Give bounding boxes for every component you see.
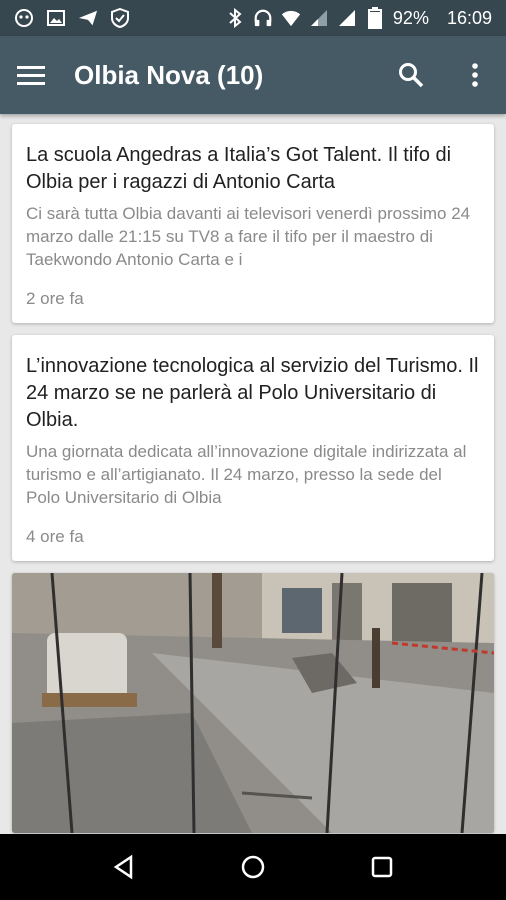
page-title: Olbia Nova (10) [74, 59, 264, 90]
search-icon[interactable] [396, 60, 426, 90]
article-time: 2 ore fa [26, 289, 84, 308]
article-image-card[interactable] [12, 573, 494, 833]
signal-icon [337, 8, 357, 28]
article-headline[interactable]: L’innovazione tecnologica al servizio de… [26, 353, 480, 434]
navigation-bar [0, 834, 506, 900]
headphones-icon [253, 8, 273, 28]
article-snippet: Una giornata dedicata all’innovazione di… [26, 442, 467, 507]
battery-percent: 92% [392, 7, 429, 28]
article-snippet: Ci sarà tutta Olbia davanti ai televisor… [26, 204, 471, 269]
article-list: La scuola Angedras a Italia’s Got Talent… [0, 114, 506, 834]
app-notification-icon [14, 8, 34, 28]
image-icon [46, 8, 66, 28]
article-card[interactable]: La scuola Angedras a Italia’s Got Talent… [12, 124, 494, 323]
article-headline[interactable]: La scuola Angedras a Italia’s Got Talent… [26, 142, 480, 196]
menu-icon[interactable] [16, 60, 46, 90]
battery-icon [365, 7, 385, 29]
recents-icon[interactable] [367, 852, 397, 882]
signal-weak-icon [309, 8, 329, 28]
article-time: 4 ore fa [26, 527, 84, 546]
back-icon[interactable] [109, 852, 139, 882]
send-icon [78, 8, 98, 28]
bluetooth-icon [225, 8, 245, 28]
overflow-menu-icon[interactable] [460, 60, 490, 90]
status-bar: 92% 16:09 [0, 0, 506, 36]
article-photo [12, 573, 494, 833]
article-card[interactable]: L’innovazione tecnologica al servizio de… [12, 335, 494, 561]
home-icon[interactable] [238, 852, 268, 882]
clock: 16:09 [446, 7, 492, 28]
wifi-icon [281, 8, 301, 28]
shield-icon [110, 8, 130, 28]
app-bar: Olbia Nova (10) [0, 36, 506, 114]
